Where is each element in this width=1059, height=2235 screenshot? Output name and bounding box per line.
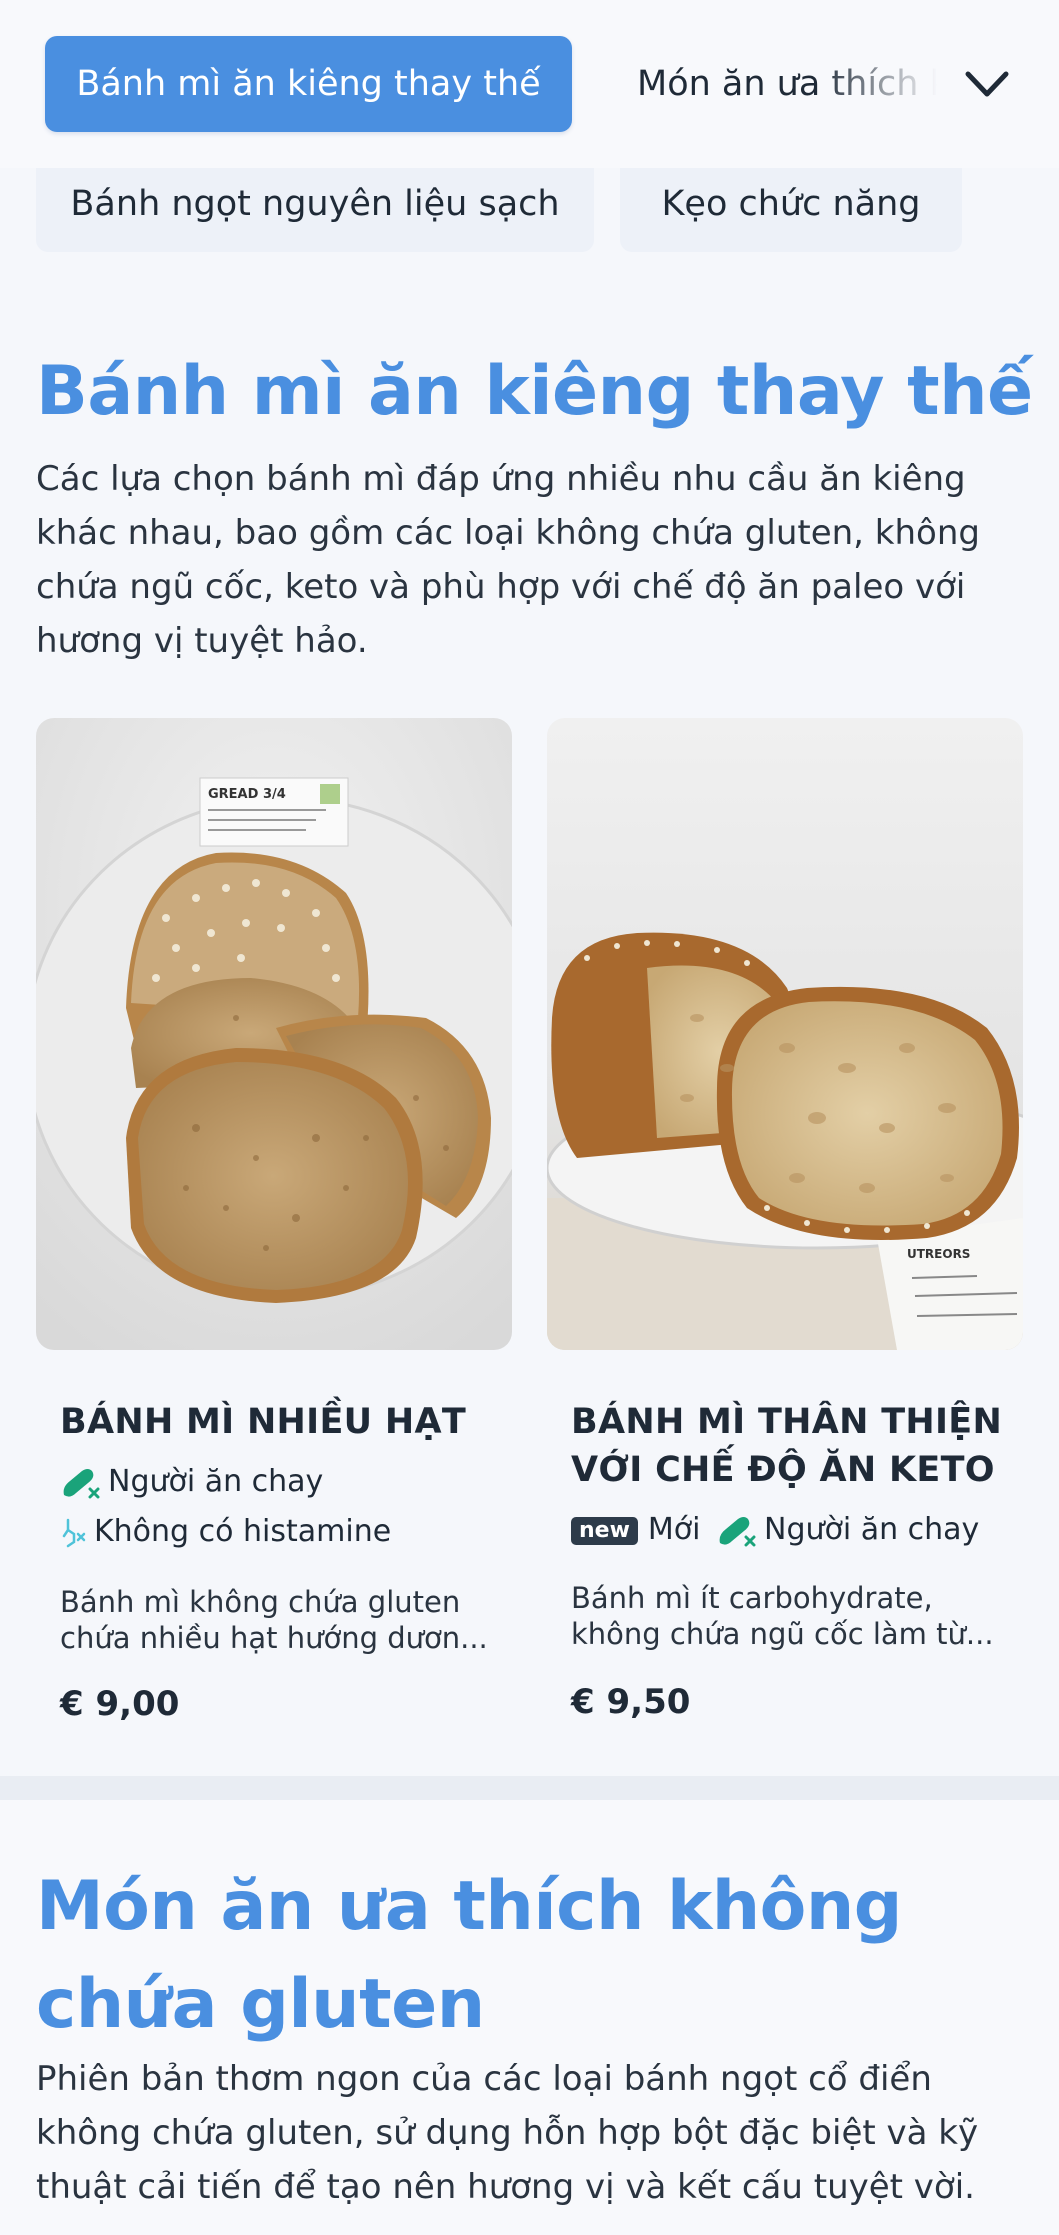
section-title-gluten-free: Món ăn ưa thích không chứa gluten [36,1858,902,2054]
product-title-line: VỚI CHẾ ĐỘ ĂN KETO [571,1450,995,1490]
section-description-alternative-bread: Các lựa chọn bánh mì đáp ứng nhiều nhu c… [36,459,980,661]
tag-new-label: Mới [647,1512,701,1547]
tag-vegan-label: Người ăn chay [764,1512,980,1547]
product-description-line: chứa nhiều hạt hướng dươn... [60,1621,488,1655]
tab-gluten-free-label: Món ăn ưa thích không chứa gluten [637,64,937,104]
tag-new: new Mới [571,1510,701,1550]
product-image-multigrain[interactable]: GREAD 3/4 [36,718,512,1350]
chip-functional-candy[interactable]: Kẹo chức năng [620,168,962,252]
tag-vegan: Người ăn chay [60,1462,323,1502]
new-badge: new [571,1516,638,1545]
chevron-down-icon[interactable] [962,62,1012,106]
tag-histamine-label: Không có histamine [94,1514,392,1549]
section-title-alternative-bread: Bánh mì ăn kiêng thay thế [36,352,1033,431]
product-price-multigrain: € 9,00 [60,1684,180,1724]
category-tab-bar: Bánh mì ăn kiêng thay thế Món ăn ưa thíc… [0,0,1059,168]
leaf-drumstick-icon [719,1516,756,1546]
product-image-keto[interactable]: UTREORS [547,718,1023,1350]
tag-vegan: Người ăn chay [716,1510,979,1550]
product-title-line: BÁNH MÌ THÂN THIỆN [571,1402,1003,1442]
product-description-multigrain: Bánh mì không chứa gluten chứa nhiều hạt… [60,1584,490,1656]
section-title-line: chứa gluten [36,1965,485,2044]
product-description-keto: Bánh mì ít carbohydrate, không chứa ngũ … [571,1580,1001,1652]
product-label-text-2: UTREORS [907,1247,970,1261]
product-label-text-1: GREAD 3/4 [208,787,286,802]
tab-alternative-bread[interactable]: Bánh mì ăn kiêng thay thế [45,36,572,132]
chip-clean-pastries[interactable]: Bánh ngọt nguyên liệu sạch [36,168,594,252]
product-description-line: Bánh mì không chứa gluten [60,1585,461,1619]
histamine-free-icon [62,1518,86,1547]
product-title-keto[interactable]: BÁNH MÌ THÂN THIỆN VỚI CHẾ ĐỘ ĂN KETO [571,1398,1002,1494]
tag-vegan-label: Người ăn chay [108,1464,324,1499]
section-title-line: Món ăn ưa thích không [36,1867,902,1946]
tab-gluten-free-favorites[interactable]: Món ăn ưa thích không chứa gluten [637,36,937,132]
tag-histamine-free: Không có histamine [60,1512,391,1552]
leaf-drumstick-icon [63,1468,100,1498]
product-title-multigrain[interactable]: BÁNH MÌ NHIỀU HẠT [60,1398,466,1446]
section-description-gluten-free: Phiên bản thơm ngon của các loại bánh ng… [36,2059,979,2207]
product-description-line: Bánh mì ít carbohydrate, [571,1581,933,1615]
section-divider [0,1776,1059,1800]
product-description-line: không chứa ngũ cốc làm từ... [571,1617,994,1651]
product-price-keto: € 9,50 [571,1682,691,1722]
